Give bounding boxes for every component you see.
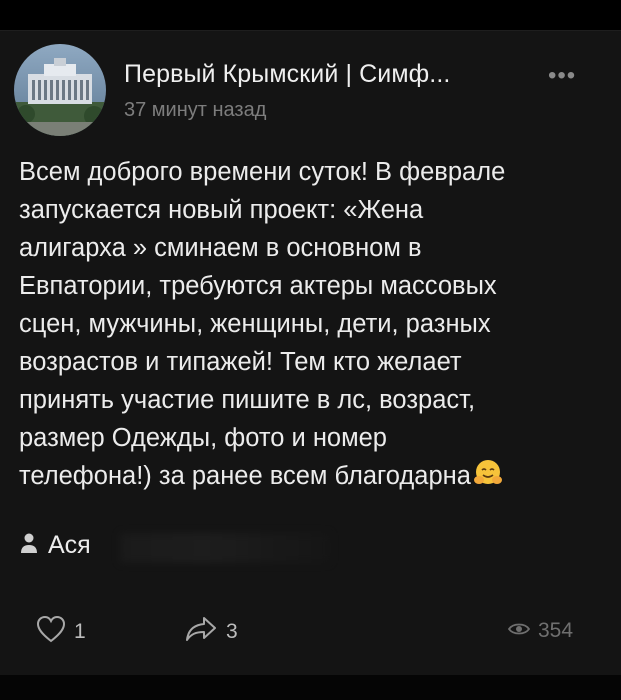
post-timestamp: 37 минут назад [124,99,267,121]
eye-icon [507,621,531,642]
user-icon [20,532,38,559]
like-count: 1 [74,619,86,643]
more-options-icon[interactable]: ••• [548,62,576,90]
share-arrow-icon [184,615,218,648]
share-button[interactable]: 3 [184,615,238,648]
post-signature[interactable]: Ася [20,531,91,560]
community-name[interactable]: Первый Крымский | Симф... [124,60,450,89]
screen-frame: Первый Крымский | Симф... ••• 37 минут н… [0,0,621,700]
signature-name: Ася [48,531,91,559]
post-body-text: Всем доброго времени суток! В феврале за… [19,158,506,490]
share-count: 3 [226,619,238,643]
post-body: Всем доброго времени суток! В феврале за… [19,153,604,495]
top-bar [0,0,621,30]
heart-icon [36,615,66,648]
views-indicator: 354 [507,619,574,643]
views-count: 354 [538,619,574,642]
bottom-bar [0,675,621,700]
community-avatar[interactable] [14,44,106,136]
post-actions: 1 3 354 [0,605,621,655]
hugging-face-icon [473,458,503,488]
like-button[interactable]: 1 [36,615,86,648]
redacted-name [120,533,330,563]
